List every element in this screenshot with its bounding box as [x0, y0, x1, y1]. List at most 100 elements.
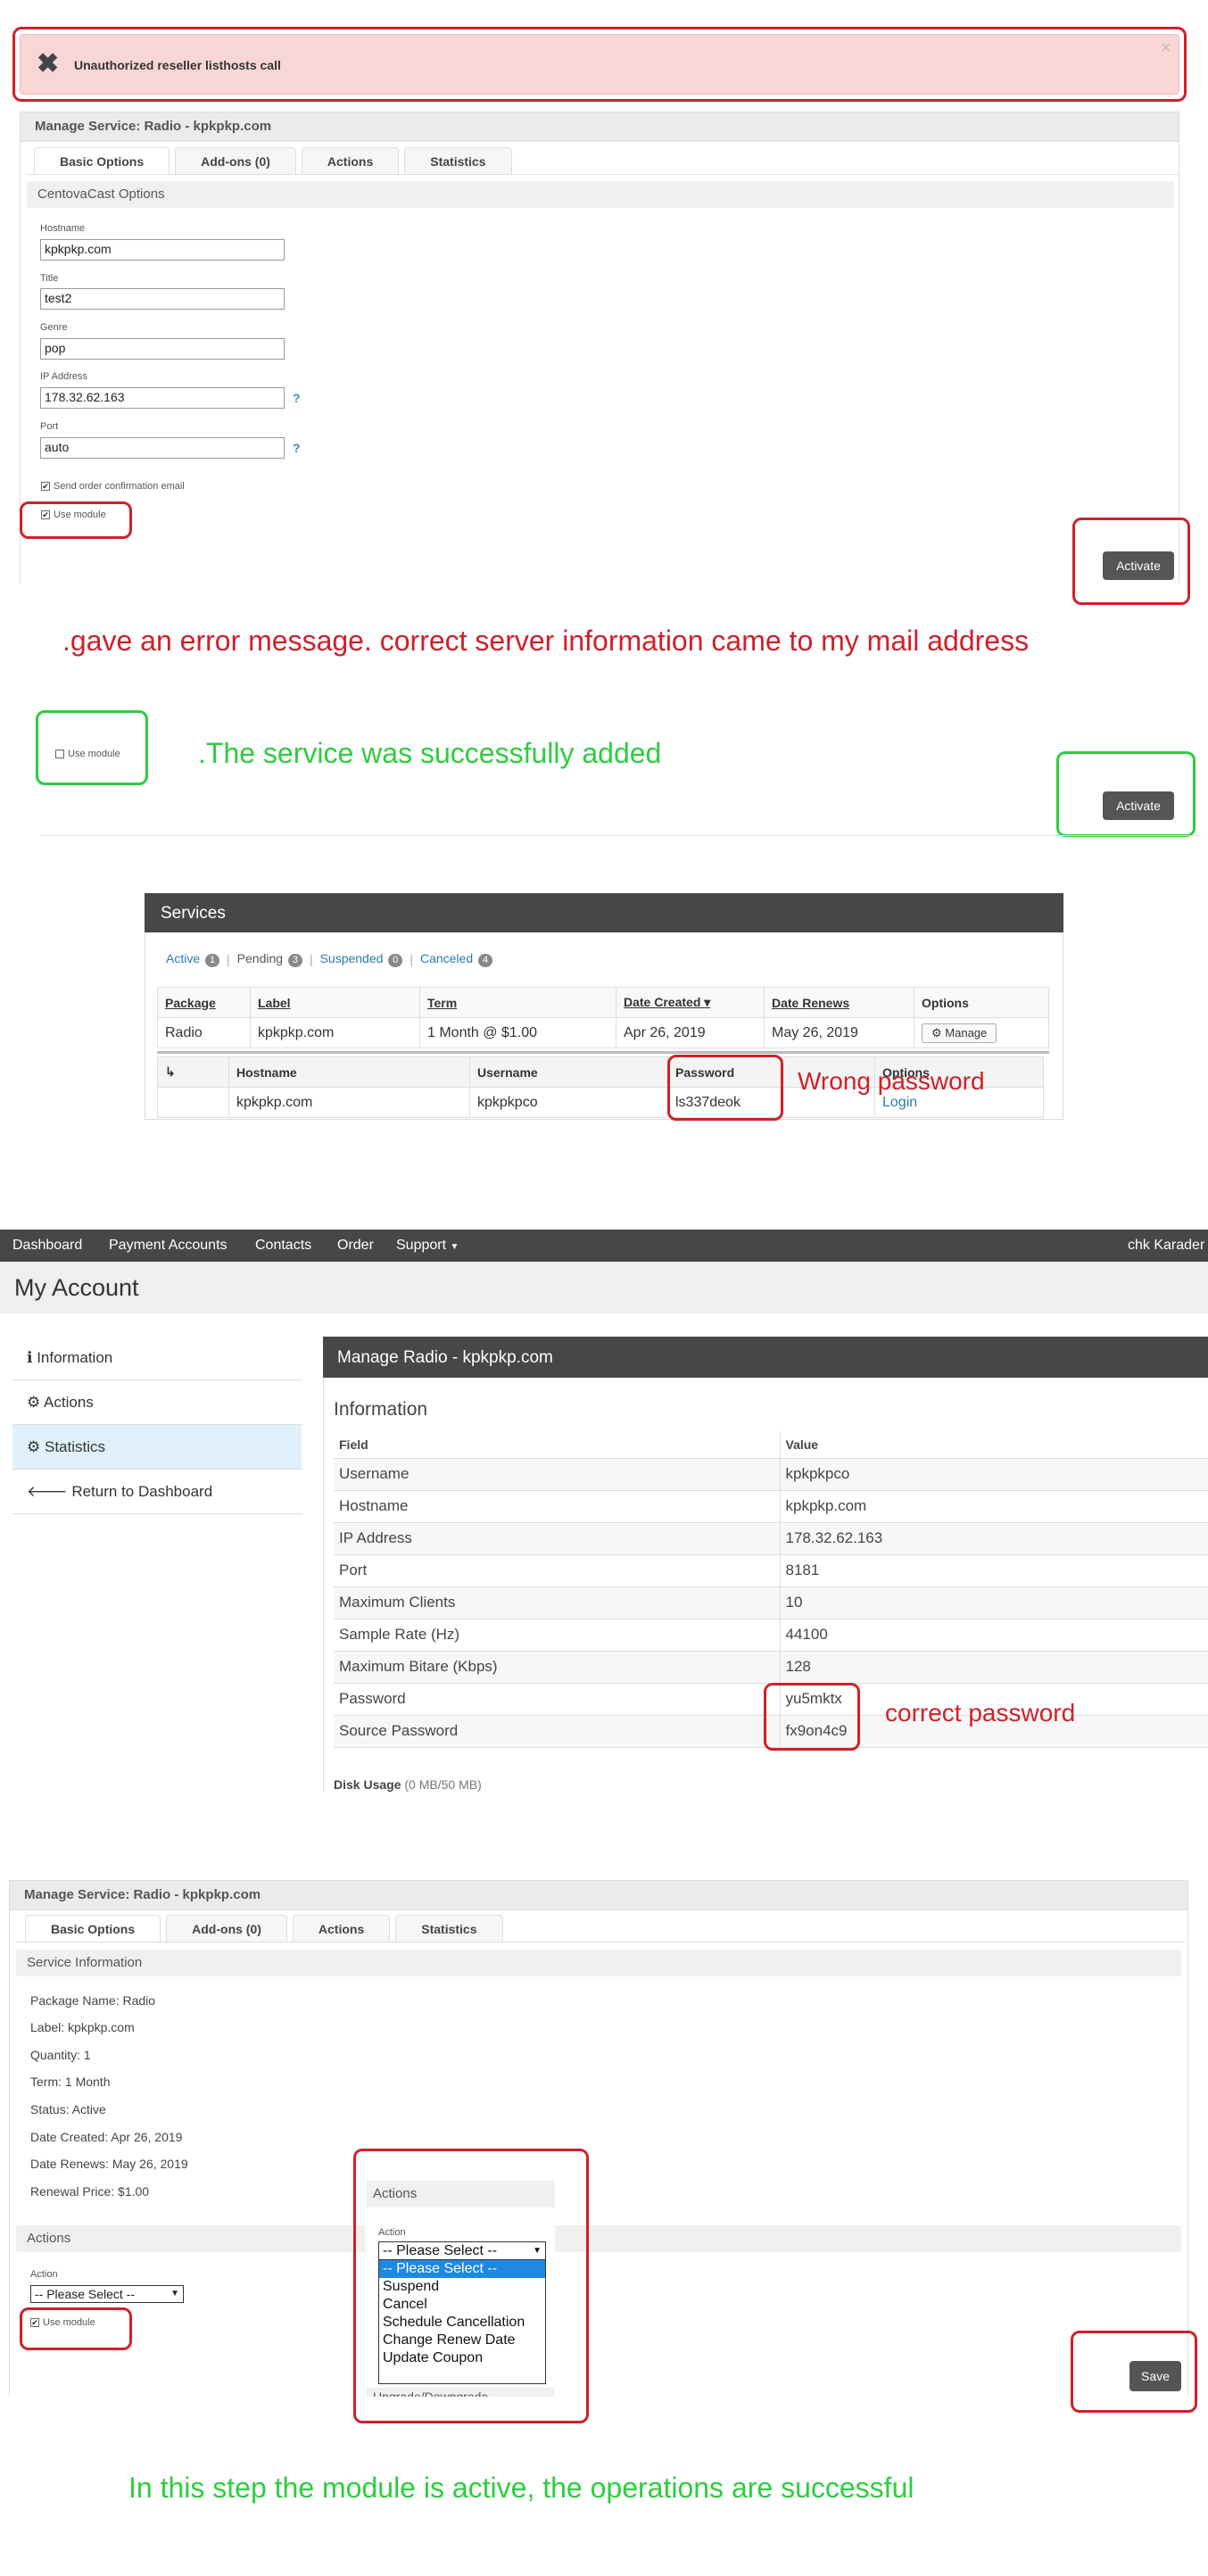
option-schedule-cancellation[interactable]: Schedule Cancellation — [379, 2314, 545, 2332]
info-package-name: Package Name: Radio — [30, 1993, 156, 2008]
ip-help-icon[interactable]: ? — [293, 391, 301, 405]
sub-arrow-icon: ↳ — [157, 1056, 229, 1088]
subtable-divider — [157, 1051, 1049, 1054]
hostname-label: Hostname — [40, 223, 86, 234]
col-date-created[interactable]: Date Created ▾ — [616, 987, 765, 1018]
tab-actions[interactable]: Actions — [292, 1915, 391, 1942]
tab-addons[interactable]: Add-ons (0) — [166, 1915, 287, 1942]
table-row: Sample Rate (Hz) 44100 — [334, 1619, 1208, 1652]
popup-action-listbox[interactable]: -- Please Select -- ▼ -- Please Select --… — [378, 2241, 546, 2384]
nav-user[interactable]: chk Karader — [1128, 1238, 1204, 1254]
tab-statistics[interactable]: Statistics — [395, 1915, 503, 1942]
hostname-input[interactable]: kpkpkp.com — [40, 239, 285, 261]
nav-contacts[interactable]: Contacts — [255, 1238, 311, 1254]
ip-label: IP Address — [40, 371, 87, 382]
service-tabs-2: Basic Options Add-ons (0) Actions Statis… — [25, 1915, 503, 1942]
nav-order[interactable]: Order — [337, 1238, 374, 1254]
col-term[interactable]: Term — [419, 987, 616, 1018]
send-confirmation-checkbox[interactable]: ✔ Send order confirmation email — [41, 481, 185, 492]
table-header-row: Package Label Term Date Created ▾ Date R… — [157, 987, 1049, 1018]
filter-canceled[interactable]: Canceled 4 — [420, 951, 492, 967]
option-update-coupon[interactable]: Update Coupon — [379, 2349, 545, 2367]
success-annotation: .The service was successfully added — [198, 737, 662, 769]
activate-button[interactable]: Activate — [1103, 551, 1174, 580]
option-suspend[interactable]: Suspend — [379, 2278, 545, 2296]
col-options: Options — [914, 987, 1049, 1018]
alert-close-icon[interactable]: × — [1161, 38, 1171, 59]
title-input[interactable]: test2 — [40, 288, 285, 310]
centovacast-options-title: CentovaCast Options — [27, 181, 1174, 208]
tab-basic-options[interactable]: Basic Options — [34, 147, 170, 174]
sidebar-item-actions[interactable]: ⚙ Actions — [12, 1380, 302, 1425]
col-package[interactable]: Package — [157, 987, 251, 1018]
use-module-checkbox-unchecked[interactable]: Use module — [55, 749, 120, 759]
wrong-password-annotation: Wrong password — [798, 1067, 985, 1095]
use-module-label: Use module — [68, 749, 120, 759]
activate-button-2[interactable]: Activate — [1103, 791, 1174, 820]
actions-section-title: Actions — [16, 2225, 1181, 2252]
module-active-annotation: In this step the module is active, the o… — [128, 2472, 914, 2504]
save-button[interactable]: Save — [1129, 2361, 1181, 2391]
checkbox-empty-icon — [55, 750, 64, 758]
use-module-label: Use module — [43, 2317, 95, 2328]
sidebar-item-statistics[interactable]: ⚙ Statistics — [12, 1425, 302, 1470]
tab-addons[interactable]: Add-ons (0) — [175, 147, 296, 174]
tabs-divider — [27, 174, 1179, 175]
port-input[interactable]: auto — [40, 437, 285, 459]
tab-statistics[interactable]: Statistics — [404, 147, 512, 174]
correct-password-annotation: correct password — [885, 1699, 1076, 1727]
popup-upgrade-section: Upgrade/Downgrade — [366, 2388, 555, 2397]
services-header: Services — [145, 893, 1063, 932]
nav-support[interactable]: Support ▼ — [396, 1238, 459, 1254]
error-annotation: .gave an error message. correct server i… — [62, 625, 1030, 657]
sidebar-item-information[interactable]: ℹ Information — [12, 1336, 302, 1380]
nav-dashboard[interactable]: Dashboard — [12, 1238, 82, 1254]
disk-usage: Disk Usage (0 MB/50 MB) — [334, 1777, 482, 1792]
checkbox-checked-icon: ✔ — [30, 2318, 39, 2327]
info-date-renews: Date Renews: May 26, 2019 — [30, 2157, 188, 2171]
arrow-left-icon: 🡐 — [27, 1483, 68, 1500]
manage-button[interactable]: ⚙ Manage — [922, 1023, 997, 1043]
popup-action-label: Action — [378, 2227, 406, 2238]
listbox-selected-value[interactable]: -- Please Select -- ▼ — [379, 2242, 545, 2260]
table-row: IP Address 178.32.62.163 — [334, 1522, 1208, 1555]
col-label[interactable]: Label — [250, 987, 420, 1018]
services-title: Services — [161, 904, 226, 923]
tab-actions[interactable]: Actions — [301, 147, 400, 174]
option-cancel[interactable]: Cancel — [379, 2296, 545, 2314]
table-row: Port 8181 — [334, 1554, 1208, 1587]
action-select[interactable]: -- Please Select -- ▼ — [30, 2285, 184, 2303]
divider-line — [41, 835, 1201, 836]
ip-address-input[interactable]: 178.32.62.163 — [40, 387, 285, 409]
sidebar-item-return-dashboard[interactable]: 🡐 Return to Dashboard — [12, 1470, 302, 1514]
service-information-title: Service Information — [16, 1950, 1181, 1976]
port-help-icon[interactable]: ? — [293, 441, 301, 455]
information-title: Information — [334, 1399, 428, 1420]
use-module-highlight — [20, 501, 132, 539]
chevron-down-icon: ▼ — [533, 2246, 542, 2256]
info-date-created: Date Created: Apr 26, 2019 — [30, 2130, 183, 2144]
col-date-renews[interactable]: Date Renews — [764, 987, 914, 1018]
nav-payment-accounts[interactable]: Payment Accounts — [109, 1238, 228, 1254]
service-tabs: Basic Options Add-ons (0) Actions Statis… — [34, 147, 512, 174]
account-header: My Account — [0, 1262, 1208, 1313]
title-label: Title — [40, 273, 59, 284]
actions-popup: Actions Action -- Please Select -- ▼ -- P… — [366, 2181, 555, 2397]
genre-label: Genre — [40, 322, 68, 333]
option-change-renew-date[interactable]: Change Renew Date — [379, 2332, 545, 2349]
use-module-checkbox-2[interactable]: ✔ Use module — [30, 2317, 95, 2328]
tab-basic-options[interactable]: Basic Options — [25, 1915, 161, 1942]
filter-active[interactable]: Active 1 — [166, 951, 220, 967]
manage-radio-header: Manage Radio - kpkpkp.com — [323, 1337, 1208, 1378]
checkbox-checked-icon: ✔ — [41, 482, 50, 491]
services-table: Package Label Term Date Created ▾ Date R… — [157, 987, 1049, 1048]
action-label: Action — [30, 2269, 58, 2280]
filter-pending[interactable]: Pending 3 — [237, 951, 302, 967]
info-icon: ℹ — [27, 1349, 33, 1366]
filter-suspended[interactable]: Suspended 0 — [320, 951, 403, 967]
option-please-select[interactable]: -- Please Select -- — [379, 2260, 545, 2278]
use-module-checkbox[interactable]: ✔ Use module — [41, 509, 106, 520]
genre-input[interactable]: pop — [40, 338, 285, 360]
manage-radio-title: Manage Radio - kpkpkp.com — [337, 1348, 553, 1367]
gear-icon: ⚙ — [931, 1025, 942, 1040]
